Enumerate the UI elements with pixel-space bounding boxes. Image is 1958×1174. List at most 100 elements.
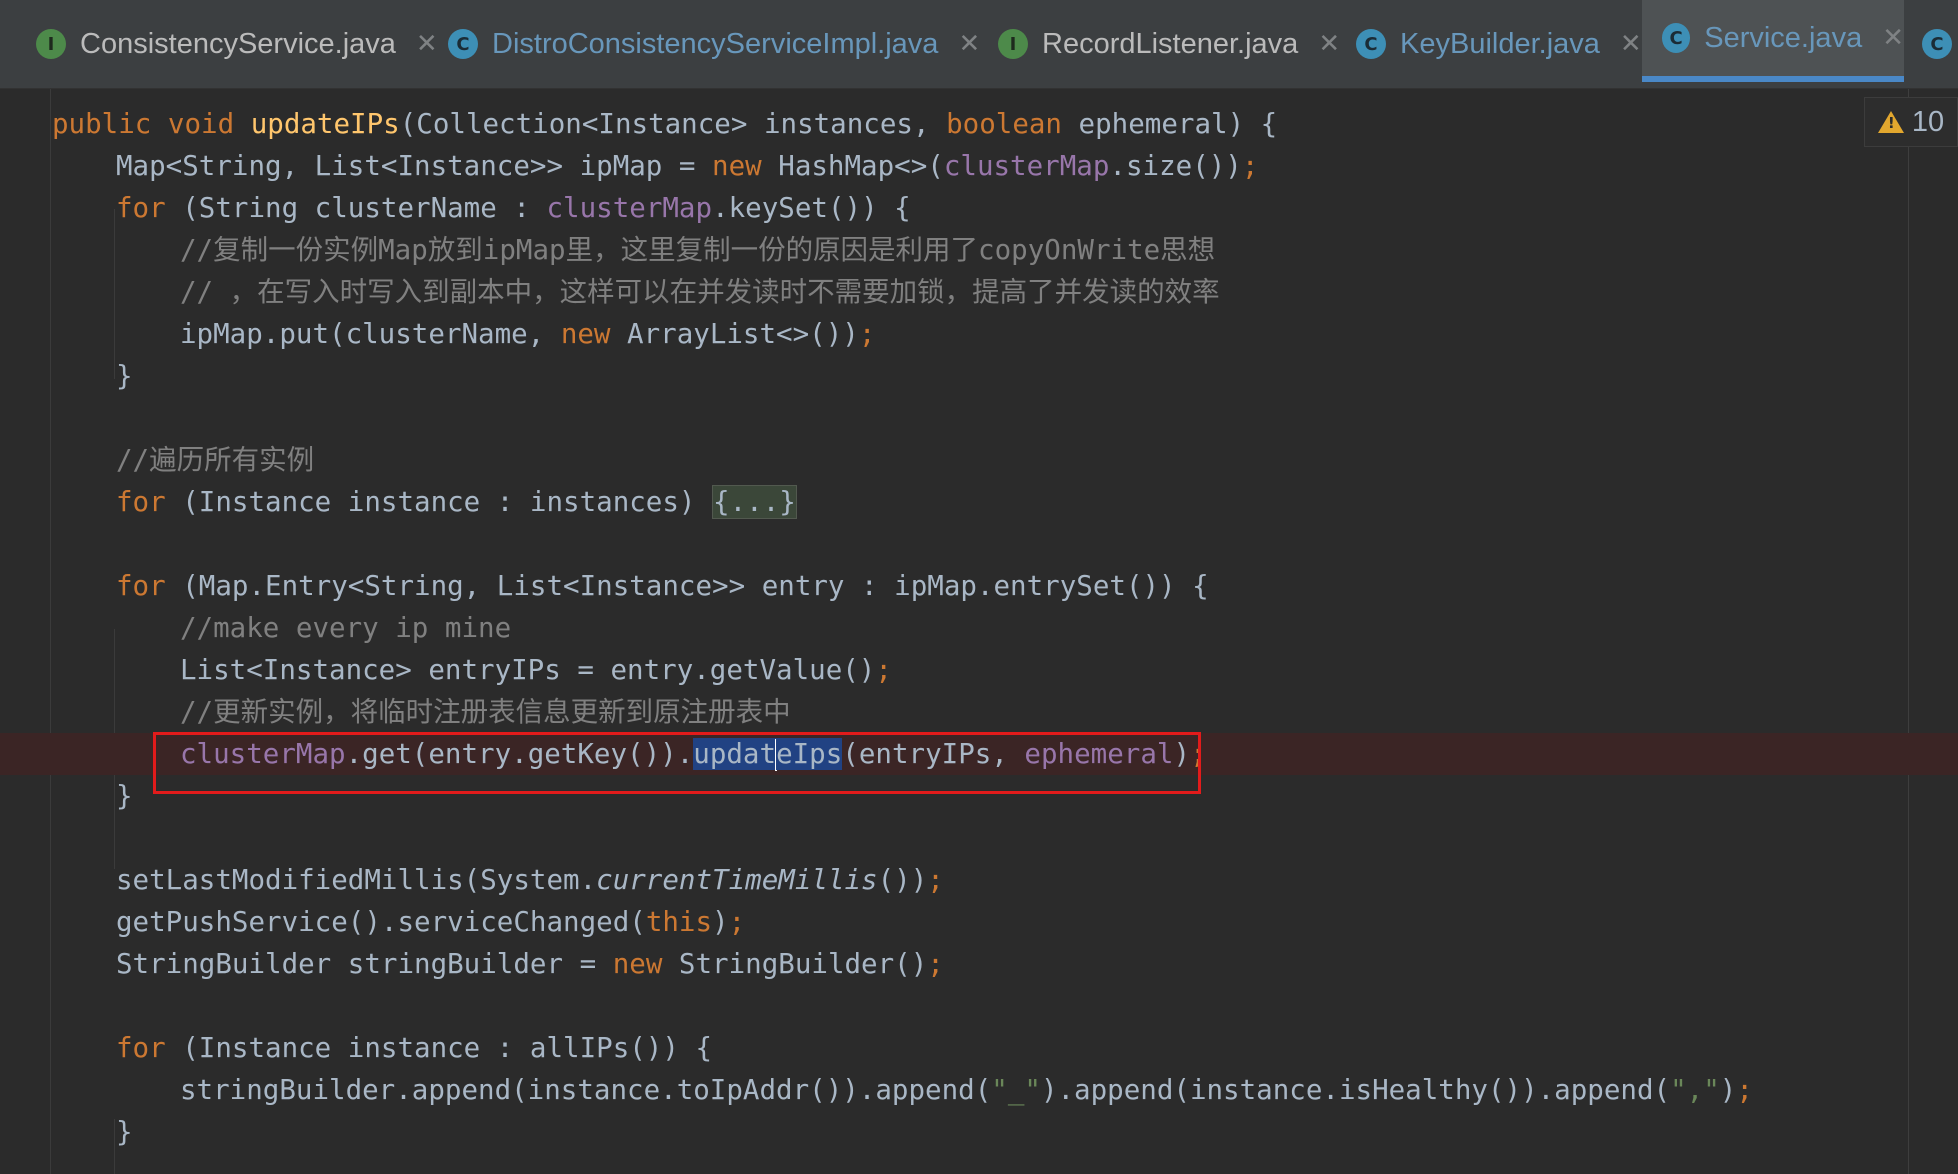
code-text: (Map.Entry<String, List<Instance>> entry… (165, 570, 1209, 602)
code-line: // ，在写入时写入到副本中，这样可以在并发读时不需要加锁，提高了并发读的效率 (0, 271, 1958, 313)
keyword: for (116, 1032, 166, 1064)
static-method: currentTimeMillis (596, 864, 878, 896)
keyword: void (167, 108, 235, 140)
code-line: List<Instance> entryIPs = entry.getValue… (0, 649, 1958, 691)
keyword: for (116, 486, 166, 518)
code-text: stringBuilder.append(instance.toIpAddr()… (180, 1074, 992, 1106)
tab-label: ConsistencyService.java (80, 27, 396, 60)
semicolon: ; (927, 948, 944, 980)
editor-tab-bar: I ConsistencyService.java ✕ C DistroCons… (0, 0, 1958, 89)
code-line-current: clusterMap.get(entry.getKey()).updateIps… (0, 733, 1958, 775)
tab-overflow[interactable]: C (1922, 0, 1958, 88)
tab-consistency-service[interactable]: I ConsistencyService.java ✕ (36, 0, 438, 88)
code-text: setLastModifiedMillis(System. (116, 864, 597, 896)
code-text: .keySet()) { (712, 192, 911, 224)
code-editor[interactable]: 10 public void updateIPs(Collection<Inst… (0, 89, 1958, 1174)
keyword: public (52, 108, 152, 140)
code-text: ) (712, 906, 729, 938)
code-text: List<Instance> entryIPs = entry.getValue… (180, 654, 876, 686)
method-name: updateIPs (250, 108, 400, 140)
code-text: ephemeral) { (1062, 108, 1278, 140)
code-text: (String clusterName : (165, 192, 547, 224)
keyword: new (612, 948, 663, 980)
code-line: StringBuilder stringBuilder = new String… (0, 943, 1958, 985)
field-ref: ephemeral (1024, 738, 1174, 770)
code-line: setLastModifiedMillis(System.currentTime… (0, 859, 1958, 901)
semicolon: ; (927, 864, 944, 896)
code-text: StringBuilder() (662, 948, 928, 980)
selected-text: eIps (776, 738, 843, 770)
semicolon: ; (858, 318, 876, 350)
close-icon[interactable]: ✕ (1318, 29, 1340, 59)
code-line: getPushService().serviceChanged(this); (0, 901, 1958, 943)
code-line: Map<String, List<Instance>> ipMap = new … (0, 145, 1958, 187)
interface-icon: I (998, 29, 1028, 59)
code-text: StringBuilder stringBuilder = (116, 948, 613, 980)
semicolon: ; (728, 906, 746, 938)
code-text: getPushService().serviceChanged( (116, 906, 646, 938)
semicolon: ; (1736, 1074, 1753, 1106)
class-icon: C (448, 29, 478, 59)
keyword: for (116, 192, 166, 224)
tab-key-builder[interactable]: C KeyBuilder.java ✕ (1356, 0, 1642, 88)
tab-record-listener[interactable]: I RecordListener.java ✕ (998, 0, 1340, 88)
code-text: (Instance instance : instances) (165, 486, 713, 518)
class-icon: C (1662, 23, 1691, 53)
code-text: .size()) (1109, 150, 1242, 182)
code-text: (Collection<Instance> instances, (399, 108, 947, 140)
code-text: ) (1719, 1074, 1737, 1106)
code-text: HashMap<>( (761, 150, 944, 182)
code-line: public void updateIPs(Collection<Instanc… (0, 103, 1958, 145)
close-icon[interactable]: ✕ (1882, 23, 1904, 53)
tab-label: RecordListener.java (1042, 27, 1299, 60)
code-text: } (116, 1116, 133, 1148)
keyword: new (712, 150, 762, 182)
string-literal: "_" (991, 1074, 1041, 1106)
code-text: ) (1173, 738, 1190, 770)
code-line: stringBuilder.append(instance.toIpAddr()… (0, 1069, 1958, 1111)
code-text: ArrayList<>()) (610, 318, 859, 350)
close-icon[interactable]: ✕ (1620, 29, 1642, 59)
interface-icon: I (36, 29, 66, 59)
keyword: boolean (946, 108, 1062, 140)
tab-label: DistroConsistencyServiceImpl.java (492, 27, 939, 60)
comment: //更新实例，将临时注册表信息更新到原注册表中 (180, 696, 791, 728)
code-line: //遍历所有实例 (0, 439, 1958, 481)
tab-label: KeyBuilder.java (1400, 27, 1600, 60)
string-literal: "," (1670, 1074, 1720, 1106)
code-line: for (String clusterName : clusterMap.key… (0, 187, 1958, 229)
field-ref: clusterMap (180, 738, 346, 770)
code-text: ).append(instance.isHealthy()).append( (1040, 1074, 1671, 1106)
close-icon[interactable]: ✕ (958, 29, 980, 59)
code-text: ipMap.put(clusterName, (180, 318, 561, 350)
code-line: for (Instance instance : allIPs()) { (0, 1027, 1958, 1069)
code-line: for (Map.Entry<String, List<Instance>> e… (0, 565, 1958, 607)
code-line: for (Instance instance : instances) {...… (0, 481, 1958, 523)
comment: // ，在写入时写入到副本中，这样可以在并发读时不需要加锁，提高了并发读的效率 (180, 276, 1220, 308)
field-ref: clusterMap (546, 192, 713, 224)
selected-text: updat (693, 738, 777, 770)
code-text: } (116, 780, 133, 812)
class-icon: C (1922, 29, 1952, 59)
close-icon[interactable]: ✕ (416, 29, 438, 59)
comment: //遍历所有实例 (116, 444, 315, 476)
tab-label: Service.java (1704, 21, 1863, 54)
keyword: for (116, 570, 166, 602)
tab-distro-consistency-service-impl[interactable]: C DistroConsistencyServiceImpl.java ✕ (448, 0, 980, 88)
code-line: //复制一份实例Map放到ipMap里，这里复制一份的原因是利用了copyOnW… (0, 229, 1958, 271)
semicolon: ; (1241, 150, 1259, 182)
semicolon: ; (1190, 738, 1207, 770)
semicolon: ; (875, 654, 892, 686)
keyword: this (645, 906, 713, 938)
code-text: .get(entry.getKey()). (345, 738, 694, 770)
code-text: (entryIPs, (842, 738, 1025, 770)
code-line: } (0, 775, 1958, 817)
keyword: new (560, 318, 611, 350)
code-text: (Instance instance : allIPs()) { (165, 1032, 713, 1064)
comment: //make every ip mine (180, 612, 512, 644)
tab-service[interactable]: C Service.java ✕ (1642, 0, 1904, 82)
class-icon: C (1356, 29, 1386, 59)
code-line: } (0, 355, 1958, 397)
code-line: //更新实例，将临时注册表信息更新到原注册表中 (0, 691, 1958, 733)
folded-block[interactable]: {...} (712, 485, 797, 519)
